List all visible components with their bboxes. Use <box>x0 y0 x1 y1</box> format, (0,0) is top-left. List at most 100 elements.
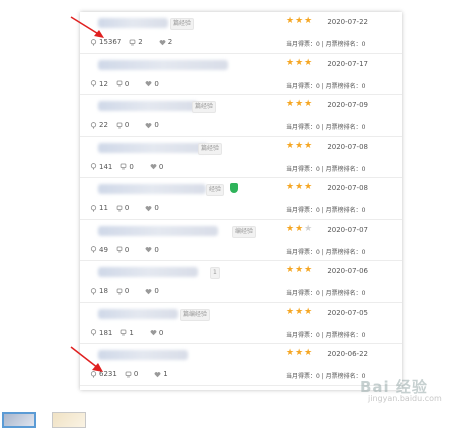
likes-stat: 0 <box>145 287 159 295</box>
vote-rank-info: 当月得票：0 | 月票榜排名：0 <box>286 41 366 48</box>
list-item[interactable]: 篇经验 22 0 0 ★ ★ ★ 2020-07-09 当月得票：0 | 月票榜排名：0 <box>80 95 402 137</box>
heart-icon <box>150 329 157 336</box>
comment-icon <box>125 371 132 378</box>
views-stat: 18 <box>90 287 108 295</box>
likes-stat: 0 <box>150 163 163 171</box>
comments-count: 1 <box>129 328 134 337</box>
rating-stars: ★ ★ ★ <box>286 183 313 192</box>
item-stats: 18 0 0 <box>90 287 167 295</box>
item-stats: 49 0 0 <box>90 246 167 254</box>
list-item[interactable]: 经验 11 0 0 ★ ★ ★ 2020-07-08 当月得票：0 | 月票榜排名：0 <box>80 178 402 220</box>
experience-tag: 篇编经验 <box>180 308 211 321</box>
views-icon <box>90 204 97 212</box>
rating-stars: ★ ★ ★ <box>286 100 313 109</box>
star-icon: ★ <box>295 182 304 192</box>
publish-date: 2020-07-08 <box>327 184 368 192</box>
list-item[interactable]: 篇编经验 181 1 0 ★ ★ ★ 2020-07-05 当月得票：0 | 月票榜排名：0 <box>80 303 402 344</box>
likes-stat: 0 <box>145 121 159 129</box>
views-count: 12 <box>99 79 108 88</box>
comments-count: 0 <box>129 162 134 171</box>
comment-icon <box>129 39 136 46</box>
vote-rank-info: 当月得票：0 | 月票榜排名：0 <box>286 290 366 297</box>
publish-date: 2020-07-07 <box>327 225 368 234</box>
thumbnail-1[interactable] <box>2 412 36 428</box>
star-icon: ★ <box>304 16 313 26</box>
views-stat: 22 <box>90 121 108 129</box>
vote-rank-info: 当月得票：0 | 月票榜排名：0 <box>286 165 366 173</box>
views-stat: 11 <box>90 204 108 212</box>
list-item[interactable]: 1 18 0 0 ★ ★ ★ 2020-07-06 当月得票：0 | 月票榜排名：0 <box>80 261 402 303</box>
list-item[interactable]: 编经验 49 0 0 ★ ★ ★ 2020-07-07 当月得票：0 | 月票榜排名：0 <box>80 220 402 261</box>
star-icon: ★ <box>304 223 313 234</box>
comments-count: 2 <box>138 38 143 46</box>
star-icon: ★ <box>304 57 313 68</box>
comment-icon <box>120 163 127 170</box>
views-icon <box>90 329 97 336</box>
star-icon: ★ <box>286 306 295 317</box>
list-item[interactable]: 12 0 0 ★ ★ ★ 2020-07-17 当月得票：0 | 月票榜排名：0 <box>80 54 402 95</box>
list-item[interactable]: 6231 0 1 ★ ★ ★ 2020-06-22 当月得票：0 | 月票榜排名：0 <box>80 344 402 386</box>
list-item[interactable]: 篇经验 141 0 0 ★ ★ ★ 2020-07-08 当月得票：0 | 月票榜排名：0 <box>80 137 402 178</box>
redacted-title[interactable] <box>98 350 188 360</box>
redacted-title[interactable] <box>98 184 206 194</box>
rating-stars: ★ ★ ★ <box>286 57 313 68</box>
shield-icon <box>230 183 238 193</box>
vote-rank-info: 当月得票：0 | 月票榜排名：0 <box>286 331 366 339</box>
views-icon <box>90 246 97 253</box>
comment-icon <box>116 122 123 129</box>
vote-rank-info: 当月得票：0 | 月票榜排名：0 <box>286 82 366 90</box>
star-icon: ★ <box>295 140 304 151</box>
redacted-title[interactable] <box>98 101 198 111</box>
publish-date: 2020-06-22 <box>327 350 368 358</box>
experience-tag: 篇经验 <box>170 18 195 30</box>
likes-count: 1 <box>163 370 168 378</box>
likes-count: 0 <box>154 245 159 254</box>
redacted-title[interactable] <box>98 59 228 70</box>
redacted-title[interactable] <box>98 225 218 236</box>
heart-icon <box>145 246 152 253</box>
views-icon <box>90 80 97 87</box>
comments-count: 0 <box>133 370 139 378</box>
comments-count: 0 <box>124 79 130 88</box>
item-stats: 11 0 0 <box>90 204 167 212</box>
likes-stat: 0 <box>145 80 159 88</box>
views-icon <box>90 121 97 129</box>
likes-count: 0 <box>158 162 164 171</box>
star-icon: ★ <box>286 223 295 234</box>
redacted-title[interactable] <box>98 308 178 319</box>
publish-date: 2020-07-09 <box>327 101 368 109</box>
annotation-arrow-bottom <box>70 346 103 372</box>
views-icon <box>90 287 97 295</box>
redacted-title[interactable] <box>98 267 198 277</box>
comment-icon <box>116 288 123 295</box>
heart-icon <box>145 288 152 295</box>
likes-count: 0 <box>154 287 159 295</box>
views-count: 22 <box>99 121 108 129</box>
views-icon <box>90 163 97 170</box>
redacted-title[interactable] <box>98 142 208 153</box>
likes-stat: 0 <box>145 204 159 212</box>
star-icon: ★ <box>304 306 313 317</box>
comments-count: 0 <box>124 245 130 254</box>
star-icon: ★ <box>295 223 304 234</box>
rating-stars: ★ ★ ★ <box>286 140 313 151</box>
comments-stat: 0 <box>125 370 138 378</box>
views-stat: 181 <box>90 329 112 337</box>
star-icon: ★ <box>304 140 313 151</box>
star-icon: ★ <box>295 306 304 317</box>
vote-rank-info: 当月得票：0 | 月票榜排名：0 <box>286 207 366 214</box>
experience-tag: 1 <box>210 267 220 279</box>
experience-tag: 编经验 <box>232 225 257 238</box>
list-item[interactable]: 篇经验 15367 2 2 ★ ★ ★ 2020-07-22 当月得票：0 | 月票榜排名：0 <box>80 12 402 54</box>
item-stats: 12 0 0 <box>90 80 167 88</box>
star-icon: ★ <box>286 140 295 151</box>
item-stats: 181 1 0 <box>90 329 171 337</box>
likes-count: 2 <box>167 38 173 46</box>
heart-icon <box>145 205 152 212</box>
views-count: 181 <box>99 328 113 337</box>
redacted-title[interactable] <box>98 18 168 28</box>
publish-date: 2020-07-22 <box>327 18 368 26</box>
comment-icon <box>116 205 123 212</box>
experience-list: 篇经验 15367 2 2 ★ ★ ★ 2020-07-22 当月得票：0 | 月票榜排名：0 1… <box>80 12 402 390</box>
thumbnail-2[interactable] <box>52 412 86 428</box>
